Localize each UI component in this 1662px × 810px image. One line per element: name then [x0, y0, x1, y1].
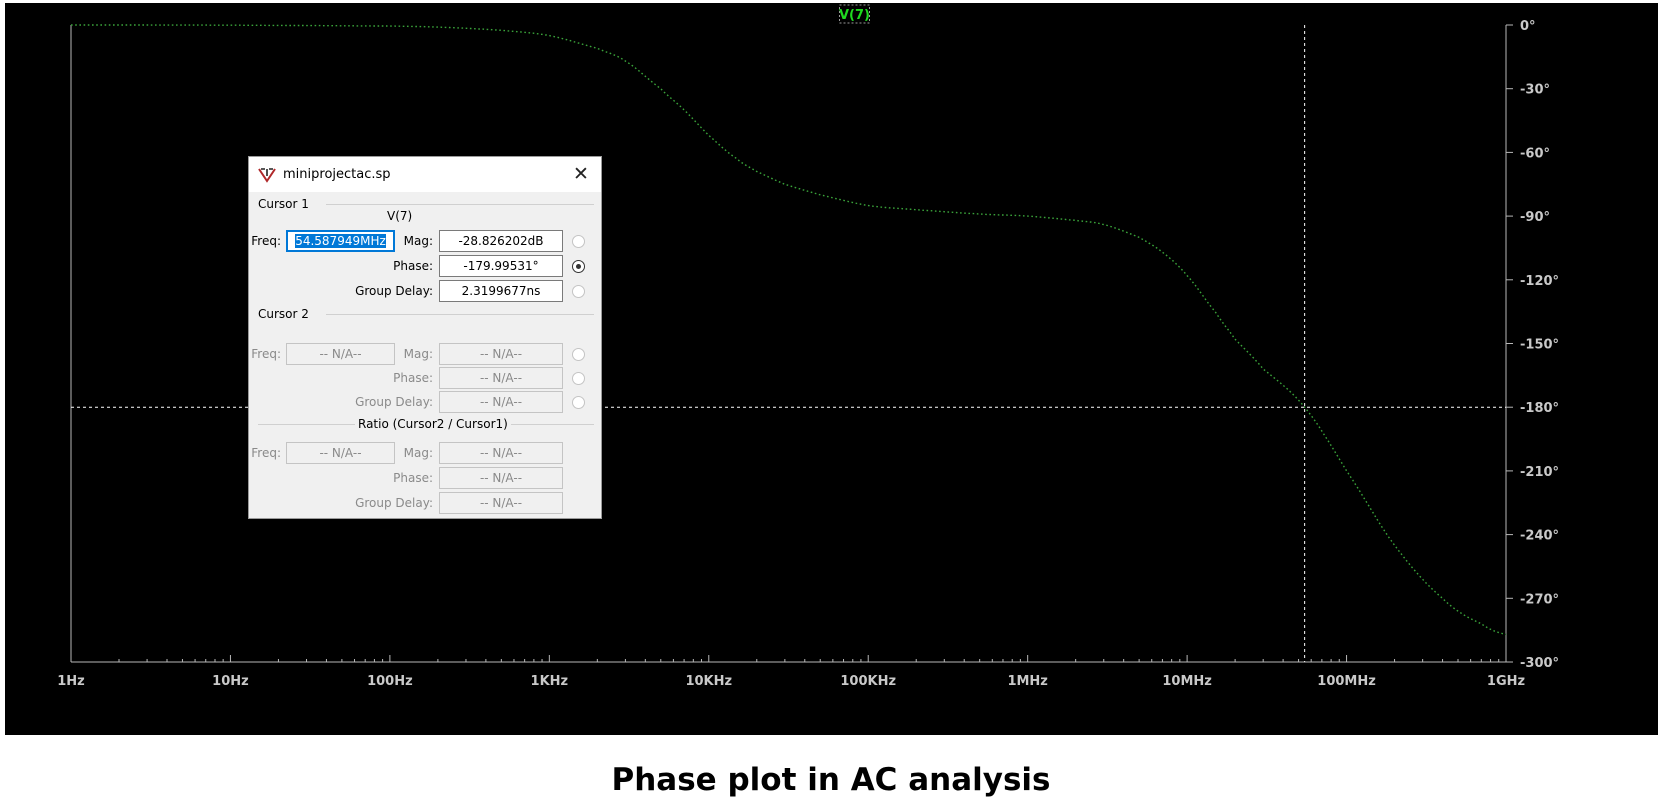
cursor1-section-label: Cursor 1: [258, 197, 309, 211]
x-tick-label: 10MHz: [1162, 674, 1211, 689]
ratio-mag-label: Mag:: [403, 446, 433, 460]
cursor1-group-delay-field[interactable]: 2.3199677ns: [439, 280, 563, 302]
ratio-section-label: Ratio (Cursor2 / Cursor1): [355, 417, 511, 431]
dialog-title: miniprojectac.sp: [283, 167, 391, 182]
y-tick-label: -90°: [1520, 210, 1550, 225]
ratio-freq-field[interactable]: -- N/A--: [286, 442, 395, 464]
y-tick-label: -120°: [1520, 274, 1559, 289]
cursor2-section-divider: [326, 314, 594, 315]
waveform-plot-pane[interactable]: 1Hz 10Hz 100Hz 1KHz 10KHz 100KHz 1MHz 10MHz 100M…: [5, 3, 1658, 735]
ratio-group-delay-label: Group Delay:: [355, 496, 433, 510]
cursor2-mag-field[interactable]: -- N/A--: [439, 343, 563, 365]
cursor2-group-delay-field[interactable]: -- N/A--: [439, 391, 563, 413]
x-tick-label: 10KHz: [685, 674, 732, 689]
cursor2-mag-radio[interactable]: [572, 348, 585, 361]
x-tick-label: 1GHz: [1487, 674, 1525, 689]
y-tick-label: -270°: [1520, 592, 1559, 607]
cursor2-phase-radio[interactable]: [572, 372, 585, 385]
y-tick-label: -150°: [1520, 338, 1559, 353]
cursor1-freq-label: Freq:: [251, 234, 281, 248]
close-icon[interactable]: ✕: [567, 161, 595, 187]
x-tick-label: 100Hz: [367, 674, 413, 689]
cursor1-group-delay-radio[interactable]: [572, 285, 585, 298]
x-tick-label: 100KHz: [840, 674, 896, 689]
x-tick-label: 1Hz: [57, 674, 85, 689]
y-tick-label: -210°: [1520, 465, 1559, 480]
y-tick-label: 0°: [1520, 19, 1536, 34]
ratio-freq-label: Freq:: [251, 446, 281, 460]
cursor1-section-divider: [326, 204, 594, 205]
ratio-phase-label: Phase:: [393, 471, 433, 485]
y-tick-label: -60°: [1520, 146, 1550, 161]
x-tick-label: 1KHz: [531, 674, 569, 689]
cursor1-phase-radio[interactable]: [572, 260, 585, 273]
figure-caption: Phase plot in AC analysis: [611, 762, 1051, 798]
cursor1-phase-label: Phase:: [393, 259, 433, 273]
ltspice-app-icon: [258, 168, 276, 183]
x-tick-label: 100MHz: [1317, 674, 1376, 689]
y-tick-label: -300°: [1520, 656, 1559, 671]
cursor1-mag-radio[interactable]: [572, 235, 585, 248]
cursor1-phase-field[interactable]: -179.99531°: [439, 255, 563, 277]
cursor2-phase-label: Phase:: [393, 371, 433, 385]
y-tick-label: -240°: [1520, 529, 1559, 544]
cursor2-group-delay-radio[interactable]: [572, 396, 585, 409]
cursor2-section-label: Cursor 2: [258, 307, 309, 321]
y-tick-label: -180°: [1520, 401, 1559, 416]
x-tick-label: 10Hz: [212, 674, 249, 689]
cursor2-group-delay-label: Group Delay:: [355, 395, 433, 409]
cursor1-freq-field[interactable]: 54.587949MHz: [286, 230, 395, 252]
cursor1-group-delay-label: Group Delay:: [355, 284, 433, 298]
cursor-readout-dialog[interactable]: miniprojectac.sp ✕ Cursor 1 V(7) Freq: 5…: [248, 156, 602, 519]
cursor1-mag-label: Mag:: [403, 234, 433, 248]
cursor2-phase-field[interactable]: -- N/A--: [439, 367, 563, 389]
cursor1-mag-field[interactable]: -28.826202dB: [439, 230, 563, 252]
x-tick-label: 1MHz: [1007, 674, 1047, 689]
cursor1-trace-name: V(7): [387, 209, 413, 223]
cursor2-mag-label: Mag:: [403, 347, 433, 361]
ratio-group-delay-field[interactable]: -- N/A--: [439, 492, 563, 514]
ratio-phase-field[interactable]: -- N/A--: [439, 467, 563, 489]
cursor1-freq-value: 54.587949MHz: [295, 234, 386, 248]
ratio-mag-field[interactable]: -- N/A--: [439, 442, 563, 464]
dialog-titlebar[interactable]: miniprojectac.sp ✕: [249, 157, 601, 192]
cursor2-freq-label: Freq:: [251, 347, 281, 361]
trace-label[interactable]: V(7): [839, 8, 870, 23]
y-tick-label: -30°: [1520, 83, 1550, 98]
cursor2-freq-field[interactable]: -- N/A--: [286, 343, 395, 365]
